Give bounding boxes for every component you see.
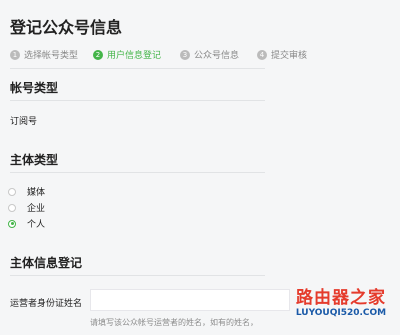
subject-type-heading: 主体类型 (10, 153, 59, 167)
divider (10, 68, 265, 69)
step-label: 用户信息登记 (107, 51, 162, 61)
operator-name-hint: 请填写该公众帐号运营者的姓名，如有的姓名， (90, 318, 258, 327)
radio-label: 企业 (27, 204, 46, 214)
step-submit-review: 4 提交审核 (257, 48, 307, 61)
step-label: 公众号信息 (194, 51, 240, 61)
step-label: 提交审核 (271, 51, 308, 61)
radio-media[interactable]: 媒体 (8, 185, 45, 198)
step-number-badge: 2 (93, 49, 103, 60)
step-label: 选择帐号类型 (24, 51, 79, 61)
watermark-main-text: 路由器之家 (296, 288, 386, 308)
radio-circle[interactable] (8, 187, 16, 196)
radio-enterprise[interactable]: 企业 (8, 201, 45, 214)
step-number-badge: 3 (180, 49, 190, 60)
step-account-info: 3 公众号信息 (180, 48, 239, 61)
divider (10, 275, 265, 276)
account-type-value: 订阅号 (10, 117, 38, 127)
account-type-heading: 帐号类型 (10, 81, 59, 95)
divider (10, 172, 265, 173)
step-number-badge: 1 (10, 49, 20, 60)
registration-page: 登记公众号信息 1 选择帐号类型 2 用户信息登记 3 公众号信息 4 提交审核… (0, 0, 400, 335)
radio-label: 个人 (27, 220, 46, 230)
radio-circle[interactable] (8, 203, 16, 212)
step-user-info-registration: 2 用户信息登记 (93, 48, 161, 61)
divider (10, 100, 265, 101)
page-title: 登记公众号信息 (10, 18, 123, 37)
watermark-sub-text: LUYOUQI520.COM (295, 308, 387, 318)
radio-label: 媒体 (27, 188, 46, 198)
step-number-badge: 4 (257, 49, 267, 60)
operator-name-input[interactable] (90, 289, 290, 311)
step-select-account-type: 1 选择帐号类型 (10, 48, 78, 61)
radio-individual[interactable]: 个人 (8, 217, 45, 230)
watermark-logo: 路由器之家 LUYOUQI520.COM (287, 288, 395, 319)
radio-circle-checked[interactable] (8, 219, 16, 228)
operator-name-label: 运营者身份证姓名 (10, 299, 83, 309)
subject-info-heading: 主体信息登记 (10, 256, 83, 270)
